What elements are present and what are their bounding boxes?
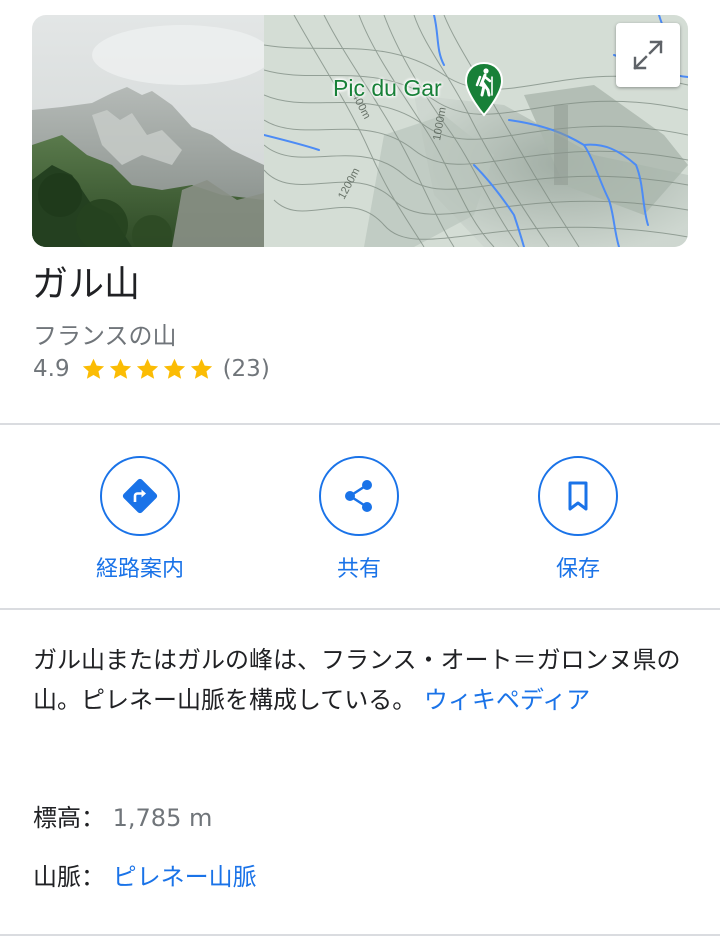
save-label: 保存 — [555, 557, 600, 582]
mountain-photo[interactable] — [32, 15, 264, 247]
divider — [0, 934, 720, 936]
divider — [0, 608, 720, 610]
star-icon — [136, 358, 158, 379]
elevation-fact: 標高： 1,785 m — [33, 798, 212, 833]
share-button[interactable]: 共有 — [289, 456, 429, 583]
star-icon — [109, 358, 131, 379]
mountain-range-fact: 山脈： ピレネー山脈 — [33, 857, 257, 892]
elevation-value: 1,785 m — [112, 804, 213, 832]
description: ガル山またはガルの峰は、フランス・オート＝ガロンヌ県の山。ピレネー山脈を構成して… — [33, 640, 688, 720]
review-count[interactable]: (23) — [223, 356, 270, 382]
place-title: ガル山 — [32, 264, 141, 305]
rating-value: 4.9 — [33, 356, 70, 382]
divider — [0, 423, 720, 425]
place-subtitle: フランスの山 — [33, 322, 177, 350]
mountain-range-link[interactable]: ピレネー山脈 — [113, 863, 257, 891]
terrain-map[interactable]: 1400m 1200m 1000m Pic du Gar — [263, 15, 688, 247]
star-icon — [82, 358, 104, 379]
mountain-range-label: 山脈： — [33, 863, 105, 891]
hiking-pin-icon[interactable] — [464, 61, 504, 119]
star-icon — [163, 358, 185, 379]
wikipedia-link[interactable]: ウィキペディア — [424, 686, 590, 714]
share-label: 共有 — [336, 557, 381, 582]
directions-button[interactable]: 経路案内 — [70, 456, 210, 583]
expand-map-button[interactable] — [616, 23, 680, 87]
action-bar: 経路案内 共有 保存 — [0, 426, 720, 609]
star-icon — [190, 358, 212, 379]
directions-label: 経路案内 — [95, 557, 184, 582]
expand-icon — [633, 40, 663, 70]
save-button[interactable]: 保存 — [508, 456, 648, 583]
directions-icon — [122, 478, 158, 514]
star-rating — [80, 356, 215, 382]
rating-row[interactable]: 4.9 (23) — [33, 356, 270, 382]
elevation-label: 標高： — [33, 804, 105, 832]
bookmark-icon — [568, 481, 588, 511]
place-image-carousel[interactable]: 1400m 1200m 1000m Pic du Gar — [32, 15, 688, 247]
share-icon — [345, 480, 372, 512]
map-pin-label: Pic du Gar — [333, 75, 442, 101]
